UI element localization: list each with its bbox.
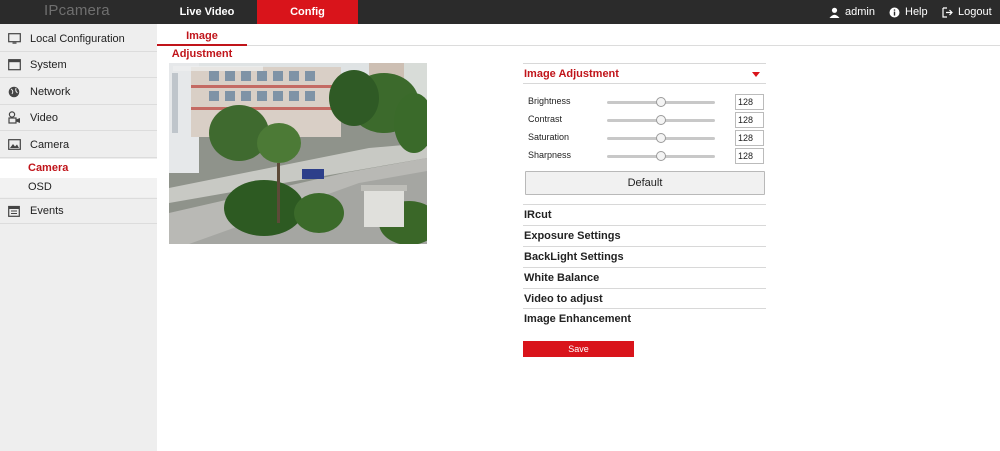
sidebar-item-label: Events (30, 205, 64, 217)
sidebar-item-label: Video (30, 111, 58, 124)
tab-divider (157, 45, 1000, 46)
sharpness-label: Sharpness (528, 150, 572, 160)
section-white-balance[interactable]: White Balance (523, 267, 766, 288)
camera-feed-image (169, 63, 427, 244)
system-icon (7, 58, 21, 70)
contrast-row: Contrast 128 (523, 111, 766, 129)
section-image-enhancement[interactable]: Image Enhancement (523, 308, 766, 329)
sharpness-row: Sharpness 128 (523, 147, 766, 165)
top-bar: IPcamera Live Video Config admin Help Lo… (0, 0, 1000, 24)
video-icon (7, 111, 20, 124)
monitor-icon (7, 32, 21, 44)
caret-down-icon (752, 72, 760, 77)
contrast-slider-handle[interactable] (656, 115, 666, 125)
help-link[interactable]: Help (889, 0, 928, 24)
section-video-to-adjust[interactable]: Video to adjust (523, 288, 766, 309)
sharpness-slider-handle[interactable] (656, 151, 666, 161)
brightness-input[interactable]: 128 (735, 94, 764, 110)
section-ircut[interactable]: IRcut (523, 204, 766, 225)
tab-image-adjustment[interactable]: Image Adjustment (157, 27, 247, 60)
logout-label: Logout (958, 6, 992, 18)
brand-logo: IPcamera (44, 2, 110, 19)
contrast-label: Contrast (528, 114, 563, 124)
sidebar-item-network[interactable]: Network (0, 79, 157, 105)
sidebar-item-label: System (30, 58, 67, 71)
save-button[interactable]: Save (523, 341, 634, 357)
contrast-input[interactable]: 128 (735, 112, 764, 128)
globe-icon (8, 86, 20, 97)
info-icon (889, 7, 900, 17)
saturation-slider-handle[interactable] (656, 133, 666, 143)
section-exposure-settings[interactable]: Exposure Settings (523, 225, 766, 246)
sidebar: Local Configuration System Network Video… (0, 24, 157, 451)
video-preview (169, 63, 427, 244)
default-button[interactable]: Default (525, 171, 765, 195)
section-backlight-settings[interactable]: BackLight Settings (523, 246, 766, 267)
brightness-row: Brightness 128 (523, 93, 766, 111)
saturation-row: Saturation 128 (523, 129, 766, 147)
logout-icon (942, 6, 953, 18)
saturation-input[interactable]: 128 (735, 130, 764, 146)
brightness-slider-handle[interactable] (656, 97, 666, 107)
logout-link[interactable]: Logout (942, 0, 992, 24)
calendar-icon (8, 205, 20, 217)
section-title: Image Adjustment (524, 68, 619, 80)
sidebar-subitem-camera[interactable]: Camera (0, 159, 157, 178)
sidebar-item-system[interactable]: System (0, 52, 157, 78)
sidebar-item-camera[interactable]: Camera (0, 132, 157, 158)
brightness-label: Brightness (528, 96, 571, 106)
user-menu[interactable]: admin (829, 0, 875, 24)
sidebar-item-label: Network (30, 85, 71, 98)
saturation-label: Saturation (528, 132, 570, 142)
image-icon (7, 139, 21, 150)
sidebar-item-events[interactable]: Events (0, 198, 157, 224)
sidebar-item-label: Local Configuration (30, 32, 125, 45)
sidebar-subitem-osd[interactable]: OSD (0, 178, 157, 197)
sidebar-item-local-configuration[interactable]: Local Configuration (0, 26, 157, 52)
main-content: Image Adjustment Image Adjustment Bright… (157, 24, 1000, 451)
section-image-adjustment[interactable]: Image Adjustment (523, 63, 766, 84)
user-name: admin (845, 6, 875, 18)
tab-config[interactable]: Config (257, 0, 358, 24)
user-icon (829, 7, 840, 18)
sidebar-item-label: Camera (30, 138, 70, 151)
sharpness-input[interactable]: 128 (735, 148, 764, 164)
help-label: Help (905, 6, 928, 18)
sidebar-item-video[interactable]: Video (0, 105, 157, 131)
tab-live-video[interactable]: Live Video (158, 0, 256, 24)
